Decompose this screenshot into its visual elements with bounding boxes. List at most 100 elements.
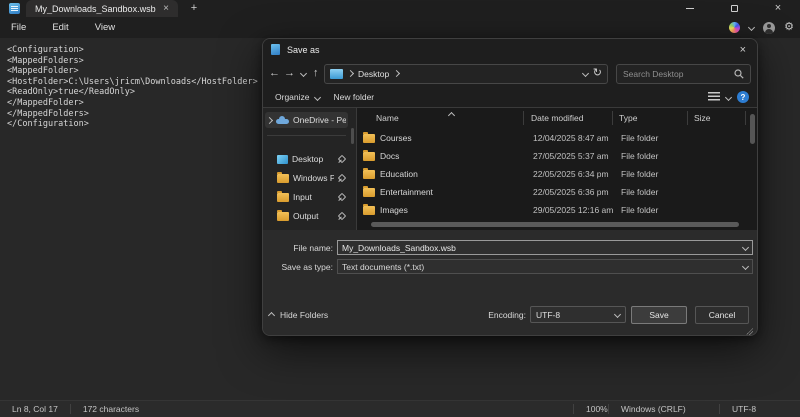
column-separator	[745, 111, 746, 125]
address-dropdown-chevron-icon[interactable]	[582, 70, 589, 77]
save-as-type-label: Save as type:	[263, 262, 333, 272]
copilot-chevron-down-icon[interactable]	[748, 24, 755, 31]
view-mode-icon[interactable]	[708, 92, 720, 102]
file-row-courses[interactable]: Courses 12/04/2025 8:47 am File folder	[359, 129, 745, 147]
dialog-title: Save as	[287, 45, 737, 55]
sidebar-item-label: Windows Pro	[293, 173, 334, 183]
close-icon: ×	[775, 3, 781, 14]
minimize-icon	[686, 8, 694, 9]
folder-icon	[277, 193, 289, 202]
file-type: File folder	[621, 187, 658, 197]
save-as-dialog: Save as × ← → ↑ Desktop ↻	[262, 38, 758, 336]
chevron-up-icon	[268, 311, 275, 318]
file-row-images[interactable]: Images 29/05/2025 12:16 am File folder	[359, 201, 745, 219]
save-as-type-value: Text documents (*.txt)	[342, 262, 424, 272]
file-name: Courses	[380, 133, 412, 143]
file-date: 12/04/2025 8:47 am	[533, 133, 609, 143]
organize-button[interactable]: Organize	[271, 90, 324, 104]
pin-icon	[338, 193, 346, 201]
desktop-icon	[277, 155, 288, 164]
sort-ascending-icon	[449, 110, 454, 120]
file-type: File folder	[621, 133, 658, 143]
document-tab[interactable]: My_Downloads_Sandbox.wsb ×	[26, 0, 178, 17]
file-row-docs[interactable]: Docs 27/05/2025 5:37 am File folder	[359, 147, 745, 165]
sidebar-item-desktop[interactable]: Desktop	[275, 151, 348, 167]
status-encoding: UTF-8	[720, 404, 800, 414]
close-button[interactable]: ×	[756, 0, 800, 17]
maximize-button[interactable]	[712, 0, 756, 17]
settings-gear-icon[interactable]: ⚙	[784, 22, 794, 33]
organize-chevron-down-icon	[313, 93, 320, 100]
sidebar-item-label: Input	[293, 192, 334, 202]
file-type: File folder	[621, 151, 658, 161]
column-separator	[687, 111, 688, 125]
new-tab-button[interactable]: +	[186, 1, 202, 16]
column-separator	[612, 111, 613, 125]
folder-icon	[363, 152, 375, 161]
location-folder-icon	[330, 69, 343, 79]
file-name-label: File name:	[263, 243, 333, 253]
address-bar[interactable]: Desktop ↻	[324, 64, 608, 84]
dialog-close-icon[interactable]: ×	[737, 44, 749, 56]
encoding-select[interactable]: UTF-8	[530, 306, 626, 323]
file-row-education[interactable]: Education 22/05/2025 6:34 pm File folder	[359, 165, 745, 183]
sidebar-item-onedrive[interactable]: OneDrive - Perso	[265, 112, 348, 128]
sidebar-item-windows-pro[interactable]: Windows Pro	[275, 170, 348, 186]
horizontal-scrollbar[interactable]	[371, 222, 739, 227]
save-as-type-select[interactable]: Text documents (*.txt)	[337, 259, 753, 274]
window-controls: ×	[668, 0, 800, 17]
hide-folders-button[interactable]: Hide Folders	[269, 306, 328, 324]
recent-locations-chevron-icon[interactable]	[299, 71, 308, 76]
forward-icon[interactable]: →	[284, 68, 295, 79]
file-name-input[interactable]	[342, 243, 743, 253]
save-button[interactable]: Save	[631, 306, 687, 324]
account-icon[interactable]	[763, 22, 775, 34]
save-as-type-chevron-icon	[742, 263, 749, 270]
maximize-icon	[731, 5, 738, 12]
new-folder-button[interactable]: New folder	[330, 90, 379, 104]
dialog-titlebar: Save as ×	[263, 39, 757, 60]
cancel-button[interactable]: Cancel	[695, 306, 749, 324]
search-box[interactable]	[616, 64, 751, 84]
status-line-endings: Windows (CRLF)	[609, 404, 719, 414]
vertical-scrollbar[interactable]	[750, 114, 755, 144]
back-icon[interactable]: ←	[269, 68, 280, 79]
menu-file[interactable]: File	[8, 20, 29, 35]
menu-view[interactable]: View	[92, 20, 118, 35]
up-icon[interactable]: ↑	[312, 68, 321, 79]
sidebar-item-input[interactable]: Input	[275, 189, 348, 205]
copilot-icon[interactable]	[729, 22, 740, 33]
dialog-toolbar: Organize New folder ?	[263, 87, 757, 107]
file-name-field[interactable]	[337, 240, 753, 255]
column-header-name[interactable]: Name	[376, 108, 399, 128]
encoding-chevron-icon	[614, 311, 621, 318]
file-date: 29/05/2025 12:16 am	[533, 205, 613, 215]
expander-chevron-icon[interactable]	[266, 116, 273, 123]
sidebar-item-output[interactable]: Output	[275, 208, 348, 224]
resize-grip[interactable]	[746, 328, 753, 335]
status-bar: Ln 8, Col 17 172 characters 100% Windows…	[0, 400, 800, 417]
folder-icon	[277, 212, 289, 221]
minimize-button[interactable]	[668, 0, 712, 17]
breadcrumb-desktop[interactable]: Desktop	[358, 69, 389, 79]
dialog-bottom-panel: File name: Save as type: Text documents …	[263, 230, 757, 336]
search-input[interactable]	[623, 69, 734, 79]
file-name: Docs	[380, 151, 399, 161]
column-header-date[interactable]: Date modified	[531, 108, 583, 128]
sidebar-item-label: Output	[293, 211, 334, 221]
folder-icon	[277, 174, 289, 183]
pin-icon	[338, 155, 346, 163]
column-header-size[interactable]: Size	[694, 108, 711, 128]
tab-close-icon[interactable]: ×	[160, 3, 172, 14]
notepad-window: My_Downloads_Sandbox.wsb × + × File Edit…	[0, 0, 800, 417]
file-row-entertainment[interactable]: Entertainment 22/05/2025 6:36 pm File fo…	[359, 183, 745, 201]
menu-edit[interactable]: Edit	[49, 20, 71, 35]
file-type: File folder	[621, 205, 658, 215]
file-name-chevron-icon[interactable]	[742, 244, 749, 251]
help-icon[interactable]: ?	[737, 91, 749, 103]
sidebar-scrollbar[interactable]	[351, 128, 354, 144]
column-header-type[interactable]: Type	[619, 108, 637, 128]
breadcrumb-chevron-icon	[393, 70, 400, 77]
refresh-icon[interactable]: ↻	[593, 68, 602, 79]
view-mode-chevron-icon[interactable]	[725, 93, 732, 100]
